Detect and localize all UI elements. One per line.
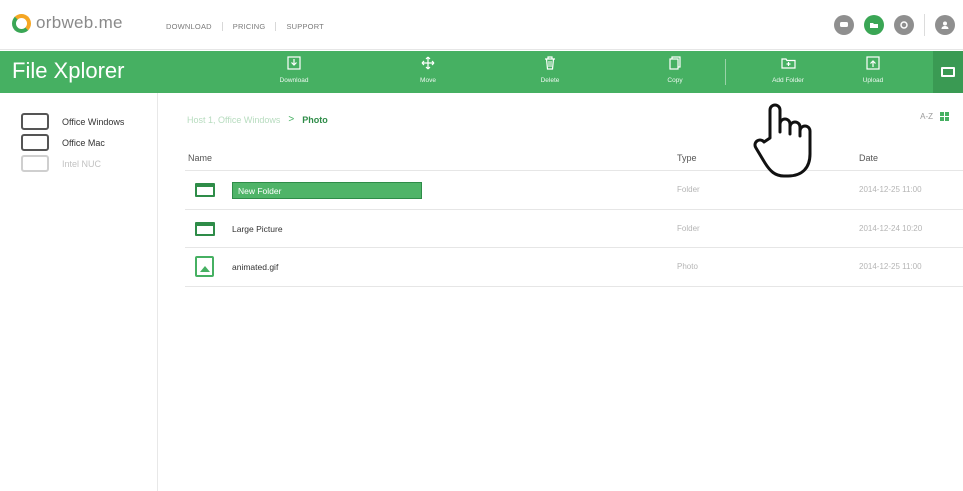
- copy-label: Copy: [667, 77, 683, 84]
- image-file-icon: [195, 256, 214, 281]
- file-date: 2014-12-25 11:00: [859, 262, 922, 271]
- brand-logo[interactable]: orbweb.me: [12, 13, 123, 33]
- table-header: Name Type Date: [185, 145, 963, 171]
- file-type: Folder: [677, 185, 700, 194]
- device-label: Intel NUC: [62, 158, 102, 169]
- delete-label: Delete: [540, 77, 560, 84]
- file-type: Photo: [677, 262, 698, 271]
- upload-button[interactable]: Upload: [843, 55, 903, 84]
- add-folder-label: Add Folder: [772, 77, 804, 84]
- device-view-button[interactable]: [933, 51, 963, 93]
- move-label: Move: [420, 77, 436, 84]
- breadcrumb-parent-link[interactable]: Host 1, Office Windows: [187, 115, 280, 125]
- upload-label: Upload: [862, 77, 884, 84]
- top-icon-group: [824, 14, 955, 36]
- user-icon[interactable]: [935, 15, 955, 35]
- column-header-name[interactable]: Name: [188, 153, 212, 163]
- chat-icon[interactable]: [834, 15, 854, 35]
- grid-view-icon[interactable]: [940, 112, 949, 121]
- device-sidebar: Office Windows Office Mac Intel NUC: [0, 93, 158, 491]
- breadcrumb-current: Photo: [302, 114, 328, 125]
- device-label: Office Mac: [62, 137, 105, 148]
- nav-download-link[interactable]: DOWNLOAD: [166, 22, 222, 31]
- folder-name-input[interactable]: [232, 182, 422, 199]
- table-row[interactable]: Large Picture Folder 2014-12-24 10:20: [185, 210, 963, 248]
- nav-support-link[interactable]: SUPPORT: [275, 21, 334, 31]
- column-header-date[interactable]: Date: [859, 153, 878, 163]
- file-name: animated.gif: [232, 262, 279, 272]
- hand-pointer-icon: [753, 103, 812, 178]
- toolbar-divider: [725, 59, 726, 85]
- file-type: Folder: [677, 223, 700, 233]
- column-header-type[interactable]: Type: [677, 153, 697, 163]
- top-bar: orbweb.me DOWNLOAD PRICING SUPPORT: [0, 0, 963, 50]
- sidebar-item-office-windows[interactable]: Office Windows: [0, 111, 157, 132]
- breadcrumb-separator: >: [288, 114, 295, 125]
- sidebar-item-office-mac[interactable]: Office Mac: [0, 132, 157, 153]
- monitor-icon: [941, 67, 955, 77]
- add-folder-icon: [758, 55, 818, 77]
- table-row[interactable]: Folder 2014-12-25 11:00: [185, 171, 963, 210]
- breadcrumb: Host 1, Office Windows > Photo: [187, 114, 328, 125]
- camera-icon[interactable]: [894, 15, 914, 35]
- delete-button[interactable]: Delete: [520, 55, 580, 84]
- download-icon: [264, 55, 324, 77]
- monitor-icon: [21, 155, 49, 172]
- move-icon: [398, 55, 458, 77]
- move-button[interactable]: Move: [398, 55, 458, 84]
- upload-icon: [843, 55, 903, 77]
- copy-button[interactable]: Copy: [645, 55, 705, 84]
- table-row[interactable]: animated.gif Photo 2014-12-25 11:00: [185, 248, 963, 287]
- sidebar-item-intel-nuc[interactable]: Intel NUC: [0, 153, 157, 174]
- monitor-icon: [21, 113, 49, 130]
- folder-icon[interactable]: [864, 15, 884, 35]
- top-nav: DOWNLOAD PRICING SUPPORT: [166, 19, 334, 33]
- folder-icon: [195, 183, 215, 197]
- trash-icon: [520, 55, 580, 77]
- folder-icon: [195, 221, 215, 236]
- view-controls: A-Z: [920, 112, 949, 121]
- orbweb-logo-icon: [12, 13, 31, 33]
- download-button[interactable]: Download: [264, 55, 324, 84]
- file-table: Name Type Date Folder 2014-12-25 11:00 L…: [185, 145, 963, 287]
- divider: [924, 14, 925, 36]
- nav-pricing-link[interactable]: PRICING: [221, 21, 276, 31]
- file-date: 2014-12-25 11:00: [859, 185, 922, 194]
- app-title: File Xplorer: [12, 58, 125, 83]
- file-date: 2014-12-24 10:20: [859, 223, 923, 233]
- add-folder-button[interactable]: Add Folder: [758, 55, 818, 84]
- app-toolbar: File Xplorer Download Move Delete Copy A…: [0, 51, 963, 93]
- file-name: Large Picture: [232, 223, 283, 234]
- brand-name: orbweb.me: [36, 13, 123, 32]
- download-label: Download: [279, 77, 309, 84]
- device-label: Office Windows: [62, 116, 125, 127]
- monitor-icon: [21, 134, 49, 151]
- copy-icon: [645, 55, 705, 77]
- sort-az-button[interactable]: A-Z: [920, 112, 933, 121]
